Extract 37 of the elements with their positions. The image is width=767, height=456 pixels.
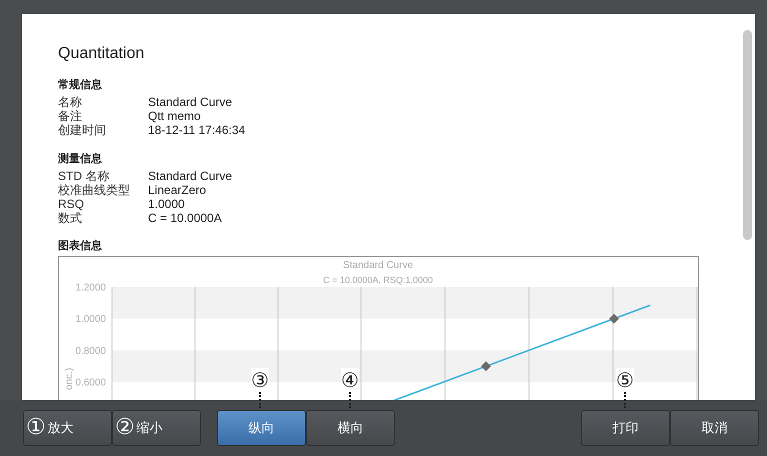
field-value: Qtt memo	[148, 109, 201, 124]
y-axis-label: onc.)	[64, 368, 75, 390]
toolbar-button[interactable]: ② 缩小	[112, 410, 201, 446]
section-heading: 测量信息	[58, 152, 103, 166]
y-tick-label: 1.2000	[75, 282, 106, 294]
leader-line	[349, 392, 351, 408]
toolbar-button[interactable]: 打印	[581, 410, 670, 446]
chart-title: Standard Curve	[342, 260, 414, 272]
document-title: Quantitation	[58, 44, 146, 64]
scrollbar-thumb[interactable]	[743, 30, 752, 240]
toolbar-button[interactable]: 横向	[306, 410, 395, 446]
field-label: 校准曲线类型	[58, 182, 131, 198]
field-label: STD 名称	[58, 168, 110, 183]
field-label: 数式	[58, 211, 83, 226]
field-label: 备注	[58, 109, 83, 124]
toolbar-button[interactable]: 纵向	[217, 410, 306, 446]
section-heading: 图表信息	[58, 239, 103, 254]
field-value: C = 10.0000A	[148, 211, 222, 226]
toolbar-button[interactable]: ① 放大	[23, 410, 112, 446]
field-value: 1.0000	[148, 197, 185, 212]
y-tick-label: 1.0000	[75, 314, 106, 326]
field-value: LinearZero	[148, 182, 206, 198]
y-tick-label: 0.6000	[75, 378, 106, 390]
data-point	[609, 314, 619, 324]
field-value: 18-12-11 17:46:34	[148, 123, 246, 138]
y-tick-label: 0.8000	[75, 346, 106, 358]
leader-line	[259, 392, 261, 408]
leader-line	[624, 392, 626, 408]
field-label: 名称	[58, 95, 83, 110]
chart-subtitle: C = 10.0000A, RSQ:1.0000	[323, 275, 433, 286]
toolbar-button[interactable]: 取消	[670, 410, 759, 446]
section-heading: 常规信息	[58, 78, 103, 92]
data-point	[481, 362, 491, 372]
field-label: RSQ	[58, 197, 86, 212]
field-value: Standard Curve	[148, 95, 232, 110]
field-value: Standard Curve	[148, 168, 232, 183]
field-label: 创建时间	[58, 123, 107, 138]
